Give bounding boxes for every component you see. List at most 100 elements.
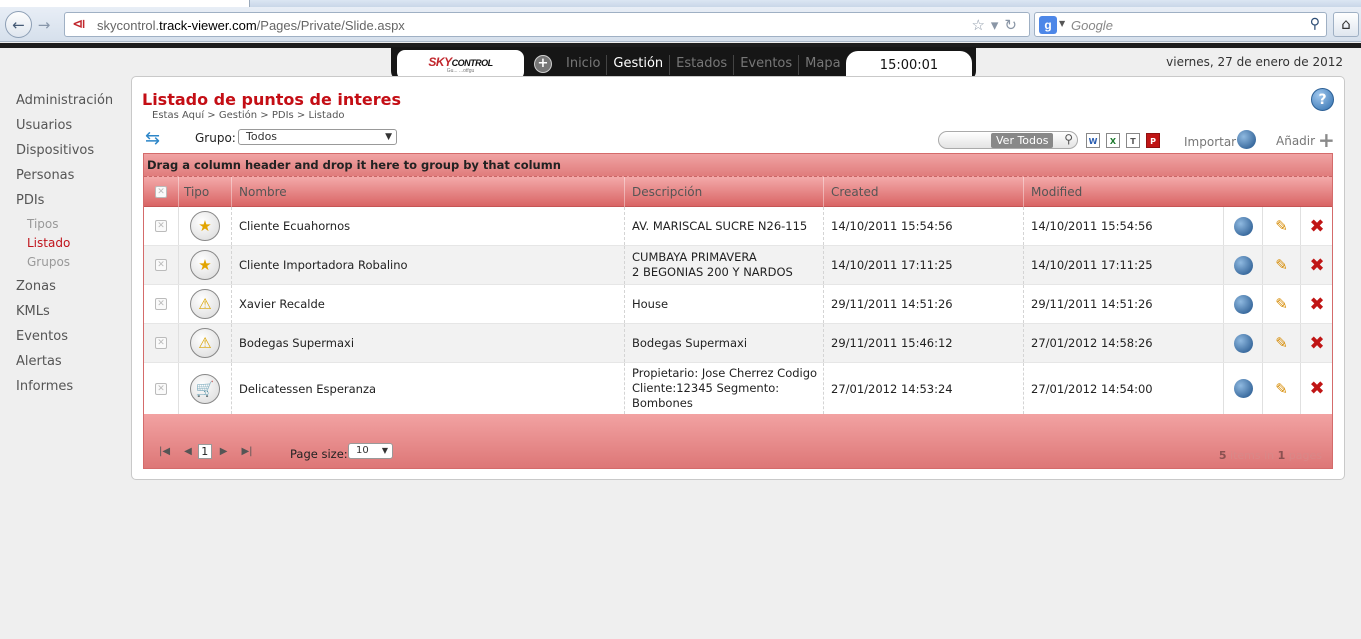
column-nombre[interactable]: Nombre xyxy=(231,177,624,207)
sidebar-item-usuarios[interactable]: Usuarios xyxy=(16,117,126,142)
reload-icon[interactable]: ↻ xyxy=(1004,16,1023,34)
import-button[interactable]: Importar xyxy=(1184,135,1236,149)
row-checkbox-cell[interactable]: ✕ xyxy=(144,207,178,245)
edit-cell: ✎ xyxy=(1262,285,1300,323)
grupo-select[interactable]: Todos ▼ xyxy=(238,129,397,145)
add-button[interactable]: Añadir xyxy=(1276,134,1315,148)
row-checkbox-cell[interactable]: ✕ xyxy=(144,246,178,284)
browser-tab[interactable] xyxy=(0,0,250,7)
row-checkbox[interactable]: ✕ xyxy=(155,259,167,271)
select-all-checkbox[interactable]: ✕ xyxy=(144,177,178,207)
row-checkbox-cell[interactable]: ✕ xyxy=(144,285,178,323)
delete-icon[interactable]: ✖ xyxy=(1309,216,1324,237)
sidebar-item-informes[interactable]: Informes xyxy=(16,378,126,403)
locate-globe-icon[interactable] xyxy=(1233,255,1253,275)
row-checkbox[interactable]: ✕ xyxy=(155,337,167,349)
sidebar-sub-grupos[interactable]: Grupos xyxy=(16,255,126,278)
add-plus-icon[interactable]: + xyxy=(1318,128,1335,152)
table-row[interactable]: ✕ ★ Cliente Importadora Robalino CUMBAYA PR… xyxy=(144,246,1332,285)
menu-estados[interactable]: Estados xyxy=(670,55,735,75)
pager: |◀ ◀ 1 ▶ ▶| xyxy=(159,444,267,459)
help-icon[interactable]: ? xyxy=(1311,88,1334,111)
back-icon[interactable]: ← xyxy=(5,11,32,38)
column-modified[interactable]: Modified xyxy=(1023,177,1223,207)
bookmark-star-icon[interactable]: ☆ xyxy=(971,16,990,34)
first-page-icon[interactable]: |◀ xyxy=(159,446,170,457)
forward-icon[interactable]: → xyxy=(33,11,55,38)
search-box[interactable]: g ▼ Google ⚲ xyxy=(1034,12,1327,37)
sidebar-item-pdis[interactable]: PDIs xyxy=(16,192,126,217)
search-icon[interactable]: ⚲ xyxy=(1310,16,1320,32)
column-created[interactable]: Created xyxy=(823,177,1023,207)
refresh-icon[interactable]: ⇆ xyxy=(145,128,160,149)
chevron-down-icon: ▼ xyxy=(385,132,392,142)
sidebar-item-eventos[interactable]: Eventos xyxy=(16,328,126,353)
locate-globe-icon[interactable] xyxy=(1233,379,1253,398)
sidebar-sub-tipos[interactable]: Tipos xyxy=(16,217,126,236)
export-pdf-icon[interactable]: P xyxy=(1146,133,1160,148)
edit-pencil-icon[interactable]: ✎ xyxy=(1275,295,1288,313)
sidebar-item-dispositivos[interactable]: Dispositivos xyxy=(16,142,126,167)
table-row[interactable]: ✕ ⚠ Bodegas Supermaxi Bodegas Supermaxi 29/1… xyxy=(144,324,1332,363)
row-checkbox-cell[interactable]: ✕ xyxy=(144,363,178,414)
sidebar-item-zonas[interactable]: Zonas xyxy=(16,278,126,303)
url-text[interactable]: skycontrol.track-viewer.com/Pages/Privat… xyxy=(97,18,405,33)
next-page-icon[interactable]: ▶ xyxy=(220,446,228,457)
export-text-icon[interactable]: T xyxy=(1126,133,1140,148)
breadcrumb: Estas Aquí > Gestión > PDIs > Listado xyxy=(152,110,345,121)
plus-icon[interactable]: + xyxy=(534,55,552,73)
import-globe-icon[interactable] xyxy=(1237,130,1256,149)
edit-pencil-icon[interactable]: ✎ xyxy=(1275,217,1288,235)
row-checkbox[interactable]: ✕ xyxy=(155,298,167,310)
sidebar-item-alertas[interactable]: Alertas xyxy=(16,353,126,378)
home-icon[interactable]: ⌂ xyxy=(1333,12,1359,37)
group-drop-zone[interactable]: Drag a column header and drop it here to… xyxy=(144,154,1332,177)
row-checkbox[interactable]: ✕ xyxy=(155,382,167,395)
cart-icon: 🛒 xyxy=(190,373,220,404)
created-cell: 14/10/2011 17:11:25 xyxy=(823,246,1023,284)
locate-cell xyxy=(1223,363,1262,414)
table-row[interactable]: ✕ ★ Cliente Ecuahornos AV. MARISCAL SUCRE N… xyxy=(144,207,1332,246)
grupo-label: Grupo: xyxy=(195,131,236,145)
search-icon[interactable]: ⚲ xyxy=(1064,132,1073,146)
menu-inicio[interactable]: Inicio xyxy=(560,55,608,75)
menu-mapa[interactable]: Mapa xyxy=(799,55,846,75)
export-word-icon[interactable]: W xyxy=(1086,133,1100,148)
search-input[interactable]: Ver Todos ⚲ xyxy=(938,131,1078,149)
delete-icon[interactable]: ✖ xyxy=(1309,378,1324,399)
locate-globe-icon[interactable] xyxy=(1233,294,1253,314)
delete-icon[interactable]: ✖ xyxy=(1309,333,1324,354)
page-size-select[interactable]: 10 ▼ xyxy=(348,443,393,459)
locate-globe-icon[interactable] xyxy=(1233,333,1253,353)
row-checkbox-cell[interactable]: ✕ xyxy=(144,324,178,362)
sidebar-item-kmls[interactable]: KMLs xyxy=(16,303,126,328)
row-checkbox[interactable]: ✕ xyxy=(155,220,167,232)
table-row[interactable]: ✕ 🛒 Delicatessen Esperanza Propietario: Jos… xyxy=(144,363,1332,415)
google-engine-icon[interactable]: g xyxy=(1039,16,1057,34)
dropdown-history-icon[interactable]: ▾ xyxy=(991,16,1005,34)
column-tipo[interactable]: Tipo xyxy=(178,177,231,207)
prev-page-icon[interactable]: ◀ xyxy=(184,446,192,457)
ver-todos-button[interactable]: Ver Todos xyxy=(991,133,1054,148)
engine-dropdown-icon[interactable]: ▼ xyxy=(1059,19,1065,28)
table-row[interactable]: ✕ ⚠ Xavier Recalde House 29/11/2011 14:51:26… xyxy=(144,285,1332,324)
search-placeholder[interactable]: Google xyxy=(1071,18,1113,33)
delete-icon[interactable]: ✖ xyxy=(1309,255,1324,276)
sidebar-item-administracion[interactable]: Administración xyxy=(16,92,126,117)
last-page-icon[interactable]: ▶| xyxy=(241,446,252,457)
sidebar-sub-listado[interactable]: Listado xyxy=(16,236,126,255)
menu-gestion[interactable]: Gestión xyxy=(607,55,671,75)
page-number-1[interactable]: 1 xyxy=(197,444,212,459)
address-bar[interactable]: ⧏ skycontrol.track-viewer.com/Pages/Priv… xyxy=(64,12,1030,37)
sidebar: Administración Usuarios Dispositivos Per… xyxy=(16,92,126,403)
edit-pencil-icon[interactable]: ✎ xyxy=(1275,380,1288,398)
column-descripcion[interactable]: Descripción xyxy=(624,177,823,207)
browser-toolbar: ← → ⧏ skycontrol.track-viewer.com/Pages/… xyxy=(0,7,1361,42)
edit-pencil-icon[interactable]: ✎ xyxy=(1275,256,1288,274)
delete-icon[interactable]: ✖ xyxy=(1309,294,1324,315)
locate-globe-icon[interactable] xyxy=(1233,216,1253,236)
menu-eventos[interactable]: Eventos xyxy=(734,55,800,75)
export-excel-icon[interactable]: X xyxy=(1106,133,1120,148)
sidebar-item-personas[interactable]: Personas xyxy=(16,167,126,192)
edit-pencil-icon[interactable]: ✎ xyxy=(1275,334,1288,352)
